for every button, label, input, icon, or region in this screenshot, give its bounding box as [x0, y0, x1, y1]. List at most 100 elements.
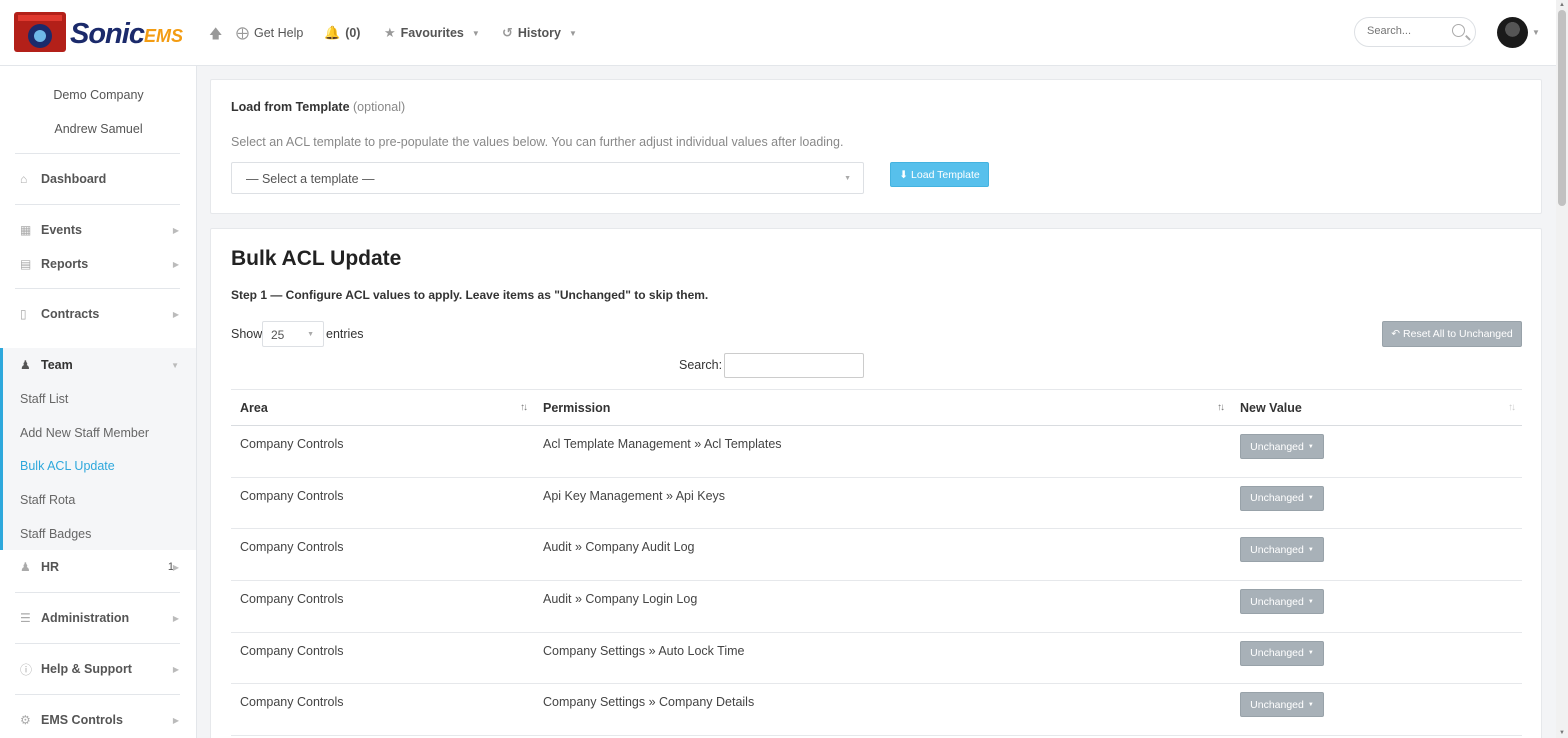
new-value-label: Unchanged [1250, 698, 1304, 711]
column-header-label: Area [240, 400, 268, 415]
scroll-up-icon[interactable]: ▲ [1559, 2, 1565, 8]
sidebar-item-team[interactable]: ♟ Team ▼ [0, 350, 196, 380]
cell-new-value: Unchanged ▼ [1231, 683, 1522, 737]
scroll-down-icon[interactable]: ▼ [1559, 730, 1565, 736]
caret-down-icon: ▼ [1307, 650, 1314, 657]
divider [15, 288, 180, 289]
sidebar-subitem-staff-badges[interactable]: Staff Badges [20, 527, 91, 541]
user-avatar[interactable] [1497, 17, 1528, 48]
sidebar-subitem-add-staff[interactable]: Add New Staff Member [20, 426, 149, 440]
new-value-label: Unchanged [1250, 543, 1304, 556]
star-icon: ★ [384, 25, 396, 40]
new-value-dropdown[interactable]: Unchanged ▼ [1240, 589, 1324, 615]
table-row: Company Controls Acl Template Management… [231, 425, 1522, 478]
cell-permission: Company Settings » Auto Lock Time [534, 632, 1231, 685]
acl-table: Area ↑↓ Permission ↑↓ New Value ↑↓ Compa… [231, 389, 1522, 737]
life-ring-icon: ⨁ [236, 25, 249, 40]
document-icon: ▯ [20, 307, 27, 321]
history-dropdown[interactable]: ↺ History ▼ [502, 25, 577, 41]
sidebar-user-name[interactable]: Andrew Samuel [0, 122, 197, 136]
sidebar-item-label: HR [41, 560, 60, 574]
global-search-input[interactable] [1367, 25, 1447, 37]
template-select[interactable]: — Select a template — ▼ [231, 162, 864, 194]
divider [15, 592, 180, 593]
chevron-right-icon: ▶ [172, 562, 179, 572]
report-icon: ▤ [20, 257, 32, 271]
template-panel: Load from Template (optional) Select an … [210, 79, 1542, 214]
cell-area: Company Controls [231, 580, 534, 633]
load-template-button[interactable]: ⬇ Load Template [890, 162, 989, 187]
table-search-input[interactable] [724, 353, 864, 378]
new-value-label: Unchanged [1250, 647, 1304, 660]
logo-brand-name: Sonic [70, 18, 145, 50]
sidebar-item-contracts[interactable]: ▯ Contracts ▶ [0, 299, 196, 329]
cell-new-value: Unchanged ▼ [1231, 425, 1522, 478]
template-select-value: — Select a template — [246, 172, 375, 186]
sidebar-item-ems-controls[interactable]: ⚙ EMS Controls ▶ [0, 705, 196, 735]
sidebar-item-events[interactable]: ▦ Events ▶ [0, 215, 196, 245]
sidebar-item-label: Contracts [41, 307, 100, 321]
table-row: Company Controls Audit » Company Login L… [231, 580, 1522, 633]
new-value-dropdown[interactable]: Unchanged ▼ [1240, 537, 1324, 563]
chevron-right-icon: ▶ [172, 664, 179, 674]
undo-icon: ↶ [1391, 328, 1401, 340]
table-row: Company Controls Company Settings » Comp… [231, 683, 1522, 737]
logo-brand-suffix: EMS [144, 26, 184, 46]
page-scrollbar[interactable]: ▲ ▼ [1556, 0, 1568, 738]
bell-icon: 🔔 [324, 25, 341, 40]
cell-new-value: Unchanged ▼ [1231, 632, 1522, 685]
chevron-down-icon: ▼ [568, 28, 577, 38]
new-value-label: Unchanged [1250, 492, 1304, 505]
sidebar-item-label: Events [41, 223, 82, 237]
table-row: Company Controls Audit » Company Audit L… [231, 528, 1522, 582]
divider [15, 204, 180, 205]
column-header-permission[interactable]: Permission ↑↓ [534, 389, 1231, 426]
cell-permission: Api Key Management » Api Keys [534, 477, 1231, 530]
new-value-dropdown[interactable]: Unchanged ▼ [1240, 640, 1324, 666]
sidebar-subitem-bulk-acl[interactable]: Bulk ACL Update [20, 459, 115, 473]
question-circle-icon: ⓘ [20, 662, 33, 677]
history-label: History [517, 26, 561, 40]
bulk-acl-panel: Bulk ACL Update Step 1 — Configure ACL v… [210, 228, 1542, 738]
notifications-button[interactable]: 🔔 (0) [324, 25, 360, 41]
gear-icon: ⚙ [20, 713, 31, 727]
cell-area: Company Controls [231, 632, 534, 685]
entries-label: entries [326, 327, 364, 341]
caret-down-icon: ▼ [1307, 701, 1314, 708]
favourites-dropdown[interactable]: ★ Favourites ▼ [384, 25, 480, 41]
scrollbar-thumb[interactable] [1558, 10, 1566, 206]
cell-area: Company Controls [231, 528, 534, 582]
sidebar-item-dashboard[interactable]: ⌂ Dashboard [0, 164, 196, 194]
caret-down-icon: ▼ [1307, 495, 1314, 502]
divider [15, 643, 180, 644]
sort-icon: ↑↓ [1508, 402, 1516, 413]
sidebar-item-administration[interactable]: ☰ Administration ▶ [0, 603, 196, 633]
sidebar-company-name[interactable]: Demo Company [0, 88, 197, 102]
users-icon: ♟ [20, 358, 31, 372]
chevron-right-icon: ▶ [172, 613, 179, 623]
new-value-dropdown[interactable]: Unchanged ▼ [1240, 434, 1324, 459]
sidebar-subitem-staff-list[interactable]: Staff List [20, 392, 68, 406]
sidebar-subitem-staff-rota[interactable]: Staff Rota [20, 493, 75, 507]
get-help-link[interactable]: ⨁ Get Help [236, 25, 303, 41]
caret-down-icon: ▼ [1307, 546, 1314, 553]
upload-button[interactable]: 🡅 [209, 25, 222, 47]
sidebar-item-reports[interactable]: ▤ Reports ▶ [0, 249, 196, 279]
reset-all-button[interactable]: ↶ Reset All to Unchanged [1382, 321, 1522, 347]
new-value-dropdown[interactable]: Unchanged ▼ [1240, 485, 1324, 511]
column-header-new-value[interactable]: New Value ↑↓ [1231, 389, 1522, 426]
sidebar-item-hr[interactable]: ♟ HR 1 ▶ [0, 552, 196, 582]
sonic-ems-logo[interactable]: Sonic EMS [14, 12, 186, 52]
reset-all-label: Reset All to Unchanged [1403, 328, 1513, 340]
column-header-area[interactable]: Area ↑↓ [231, 389, 534, 426]
caret-down-icon: ▼ [1307, 598, 1314, 605]
cell-new-value: Unchanged ▼ [1231, 528, 1522, 582]
chevron-right-icon: ▶ [172, 309, 179, 319]
entries-per-page-select[interactable]: 25 ▼ [262, 321, 324, 347]
sidebar-item-help-support[interactable]: ⓘ Help & Support ▶ [0, 654, 196, 684]
search-icon[interactable] [1452, 24, 1465, 37]
new-value-dropdown[interactable]: Unchanged ▼ [1240, 692, 1324, 718]
chevron-down-icon[interactable]: ▼ [1532, 28, 1540, 37]
table-row: Company Controls Company Settings » Auto… [231, 632, 1522, 685]
top-bar: Sonic EMS 🡅 ⨁ Get Help 🔔 (0) ★ Favourite… [0, 0, 1556, 66]
